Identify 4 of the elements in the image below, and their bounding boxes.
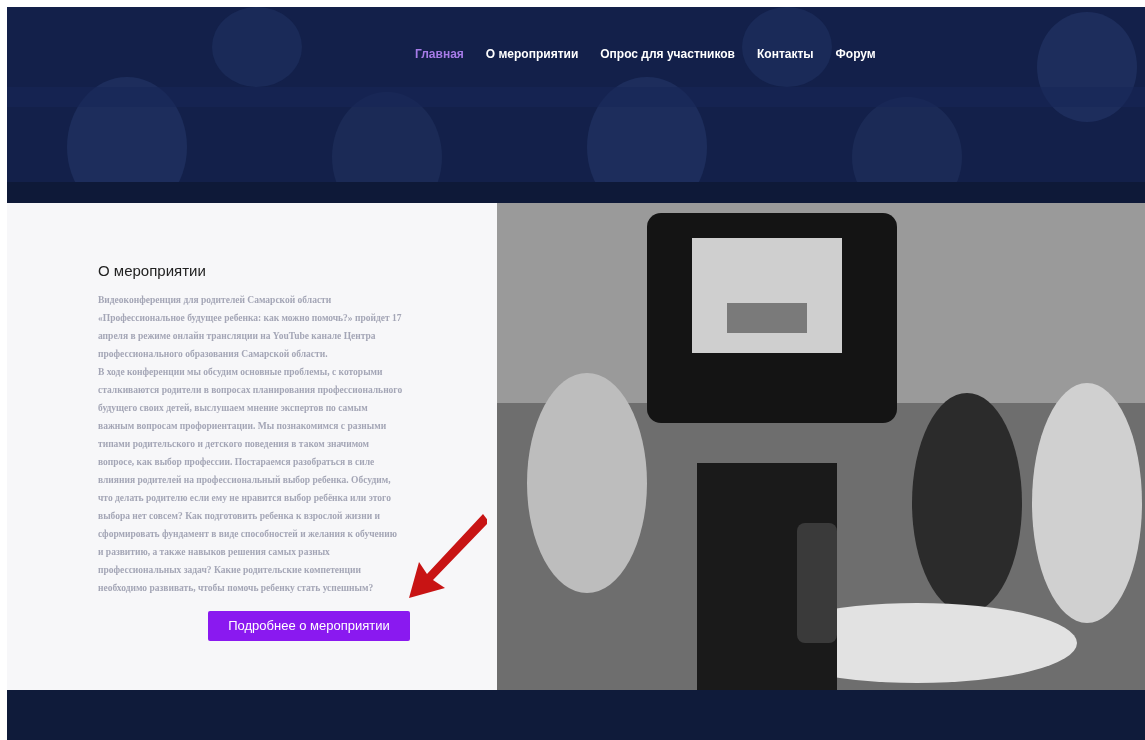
description-paragraph: В ходе конференции мы обсудим основные проблемы, с которыми сталкиваются родители в вопросах планирования профессионального будущего своих детей, выслушаем мнение экспертов по самым важным вопросам профориентации. Мы познакомимся с разными типами родительского и детского поведения в таком значимом вопросе, как выбор профессии. Постараемся разобраться в силе влияния родителей на профессиональный выбор ребенка. Обсудим, что делать родителю если ему не нравится выбор ребёнка или этого выбора нет совсем? Как подготовить ребенка к взрослой жизни и сформировать фундамент в виде способностей и желания к обучению и развитию, а также навыков решения самых разных профессиональных задач? Какие родительские компетенции необходимо развивать, чтобы помочь ребенку стать успешным? — [98, 365, 403, 595]
section-title: О мероприятии — [98, 261, 207, 281]
description-paragraph: Видеоконференция для родителей Самарской области «Профессиональное будущее ребенка: как можно помочь?» пройдет 17 апреля в режиме онлайн трансляции на YouTube канале Центра профессионального образования Самарской области. — [98, 293, 403, 361]
more-button[interactable]: Подробнее о мероприятии — [208, 610, 410, 641]
